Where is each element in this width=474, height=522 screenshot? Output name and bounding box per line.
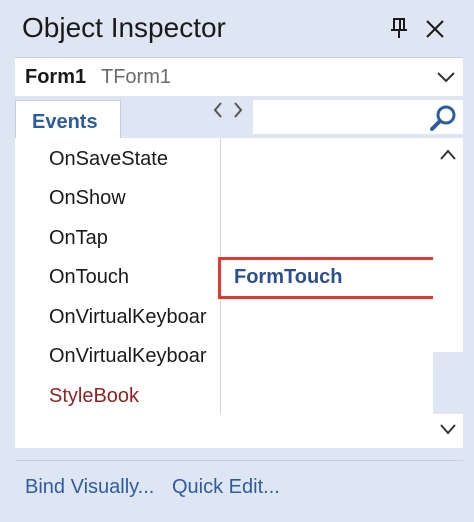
event-row-onshow[interactable]: OnShow: [15, 179, 431, 217]
event-row-stylebook[interactable]: StyleBook: [15, 377, 431, 415]
event-name: OnVirtualKeyboar: [49, 345, 207, 367]
highlight-box: [218, 257, 436, 299]
search-icon[interactable]: [429, 104, 459, 132]
object-selector[interactable]: Form1 TForm1: [15, 57, 463, 96]
pin-icon[interactable]: [388, 16, 410, 40]
title-bar: Object Inspector: [0, 0, 474, 56]
event-name: StyleBook: [49, 385, 140, 407]
event-row-onsavestate[interactable]: OnSaveState: [15, 140, 431, 178]
scrollbar-thumb[interactable]: [433, 352, 463, 414]
event-name: OnTap: [49, 227, 108, 249]
tab-nav: [210, 98, 246, 122]
scroll-down-icon[interactable]: [438, 420, 458, 438]
footer: Bind Visually... Quick Edit...: [15, 460, 463, 522]
event-name: OnSaveState: [49, 148, 168, 170]
scroll-up-icon[interactable]: [438, 146, 458, 164]
close-icon[interactable]: [424, 18, 446, 40]
chevron-down-icon[interactable]: [435, 67, 457, 87]
window-title: Object Inspector: [22, 12, 226, 43]
chevron-right-icon[interactable]: [234, 102, 243, 118]
quick-edit-link[interactable]: Quick Edit...: [172, 476, 280, 499]
chevron-left-icon[interactable]: [213, 102, 222, 118]
tab-events[interactable]: Events: [15, 100, 121, 139]
tab-row: Events: [15, 96, 463, 139]
object-name: Form1: [25, 66, 87, 88]
object-type: TForm1: [101, 66, 171, 88]
event-row-onvirtualkeyboardshown[interactable]: OnVirtualKeyboar: [15, 337, 431, 375]
event-name: OnVirtualKeyboar: [49, 306, 207, 328]
tab-events-label: Events: [32, 111, 98, 133]
event-name: OnTouch: [49, 266, 130, 288]
event-row-onvirtualkeyboardhidden[interactable]: OnVirtualKeyboar: [15, 298, 431, 336]
bind-visually-link[interactable]: Bind Visually...: [25, 476, 154, 499]
event-row-ontap[interactable]: OnTap: [15, 219, 431, 257]
vertical-scrollbar[interactable]: [433, 138, 463, 448]
event-name: OnShow: [49, 187, 126, 209]
